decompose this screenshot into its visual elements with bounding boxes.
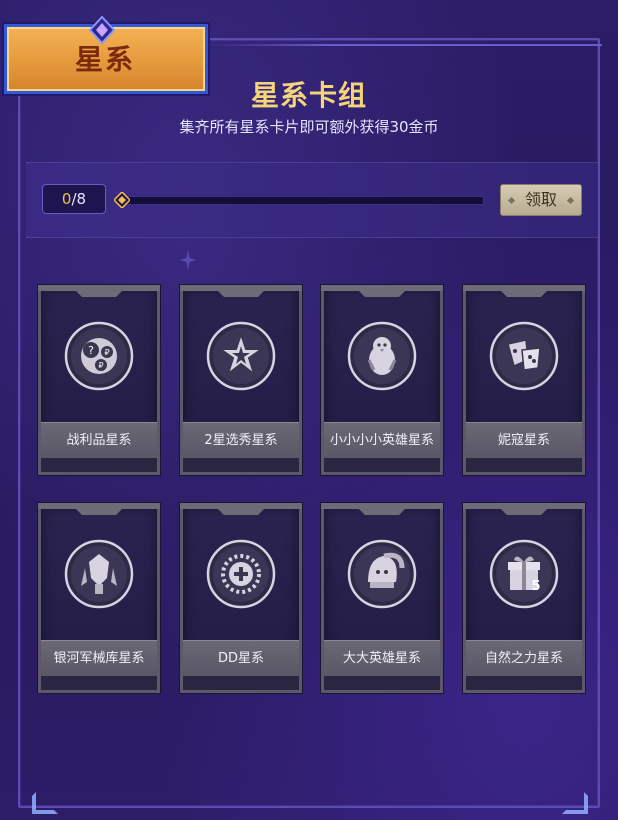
card-cap-icon bbox=[38, 285, 160, 297]
galaxy-card[interactable]: DD星系 bbox=[180, 503, 302, 693]
corner-deco-icon bbox=[32, 792, 58, 814]
card-cap-icon bbox=[463, 503, 585, 515]
card-label-bar: DD星系 bbox=[183, 640, 299, 676]
card-label: 大大英雄星系 bbox=[342, 651, 421, 666]
card-label: 小小小小英雄星系 bbox=[329, 433, 434, 448]
progress-total: /8 bbox=[71, 190, 87, 208]
page-subtitle: 集齐所有星系卡片即可额外获得30金币 bbox=[179, 118, 439, 136]
panel-frame-top-line bbox=[210, 44, 602, 46]
card-label-bar: 妮寇星系 bbox=[466, 422, 582, 458]
card-cap-icon bbox=[463, 285, 585, 297]
galaxy-card[interactable]: ? ₽ ₽ 战利品星系 bbox=[38, 285, 160, 475]
card-foot bbox=[324, 458, 440, 472]
progress-counter: 0/8 bbox=[42, 184, 106, 214]
card-label-bar: 自然之力星系 bbox=[466, 640, 582, 676]
card-cap-icon bbox=[180, 503, 302, 515]
card-foot bbox=[183, 458, 299, 472]
hooded-penguin-icon bbox=[347, 539, 417, 609]
card-foot bbox=[324, 676, 440, 690]
galaxy-card[interactable]: 妮寇星系 bbox=[463, 285, 585, 475]
card-label-bar: 2星选秀星系 bbox=[183, 422, 299, 458]
card-label: 2星选秀星系 bbox=[204, 433, 278, 448]
galaxy-card[interactable]: 小小小小英雄星系 bbox=[321, 285, 443, 475]
card-label: 银河军械库星系 bbox=[53, 651, 145, 666]
card-label: DD星系 bbox=[217, 651, 265, 666]
progress-diamond-icon bbox=[114, 192, 130, 208]
card-foot bbox=[466, 458, 582, 472]
card-foot bbox=[183, 676, 299, 690]
card-label-bar: 小小小小英雄星系 bbox=[324, 422, 440, 458]
page-title: 星系卡组 bbox=[250, 79, 367, 112]
card-cap-icon bbox=[321, 503, 443, 515]
coin-plus-icon bbox=[206, 539, 276, 609]
progress-bar bbox=[122, 196, 484, 205]
galaxy-card[interactable]: 2星选秀星系 bbox=[180, 285, 302, 475]
svg-text:₽: ₽ bbox=[98, 361, 103, 370]
sparkle-icon bbox=[180, 250, 196, 270]
card-cap-icon bbox=[180, 285, 302, 297]
galaxy-card[interactable]: 银河军械库星系 bbox=[38, 503, 160, 693]
penguin-icon bbox=[347, 321, 417, 391]
gift-five-icon: 5 bbox=[489, 539, 559, 609]
armory-icon bbox=[64, 539, 134, 609]
svg-text:5: 5 bbox=[531, 579, 540, 594]
card-label: 妮寇星系 bbox=[497, 433, 550, 448]
corner-deco-icon bbox=[562, 792, 588, 814]
card-label: 自然之力星系 bbox=[484, 651, 563, 666]
card-foot bbox=[466, 676, 582, 690]
claim-button[interactable]: 领取 bbox=[500, 184, 582, 216]
badge-title: 星系 bbox=[74, 43, 135, 76]
masks-icon bbox=[489, 321, 559, 391]
card-foot bbox=[41, 676, 157, 690]
card-cap-icon bbox=[38, 503, 160, 515]
card-label-bar: 大大英雄星系 bbox=[324, 640, 440, 676]
galaxy-card[interactable]: 大大英雄星系 bbox=[321, 503, 443, 693]
loot-orbs-icon: ? ₽₽ bbox=[64, 321, 134, 391]
card-cap-icon bbox=[321, 285, 443, 297]
star-burst-icon bbox=[206, 321, 276, 391]
svg-text:₽: ₽ bbox=[104, 348, 109, 357]
card-label: 战利品星系 bbox=[66, 433, 132, 448]
svg-text:?: ? bbox=[88, 344, 94, 357]
claim-button-label: 领取 bbox=[524, 190, 557, 209]
galaxy-card[interactable]: 5 自然之力星系 bbox=[463, 503, 585, 693]
card-label-bar: 战利品星系 bbox=[41, 422, 157, 458]
card-foot bbox=[41, 458, 157, 472]
card-label-bar: 银河军械库星系 bbox=[41, 640, 157, 676]
